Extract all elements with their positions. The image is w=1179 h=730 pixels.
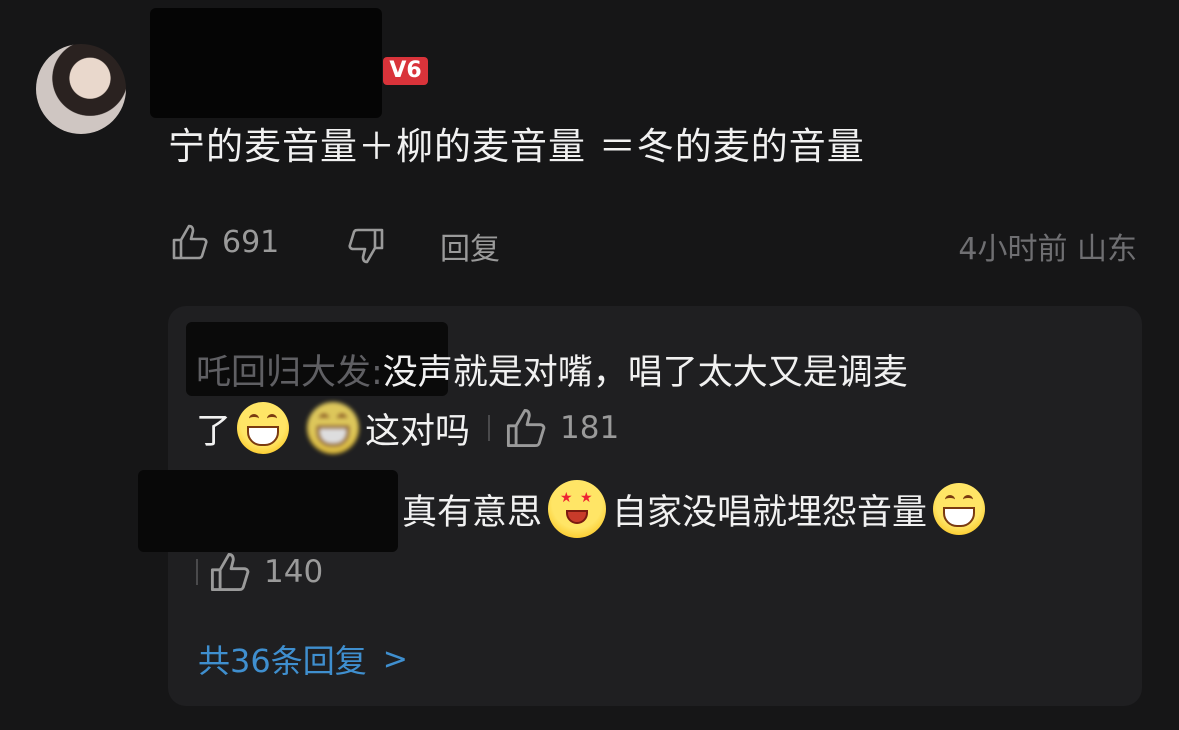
more-replies-label: 共36条回复 <box>198 642 367 680</box>
reply-2-like-count: 140 <box>264 554 324 590</box>
chevron-right-icon: > <box>382 641 408 677</box>
comment-text: 宁的麦音量＋柳的麦音量 ＝冬的麦的音量 <box>168 125 865 168</box>
level-badge: V6 <box>383 57 428 85</box>
avatar[interactable] <box>36 44 126 134</box>
reply-1-text-2b: 这对吗 <box>365 411 471 452</box>
reply-1-text: 没声就是对嘴，唱了太大又是调麦 <box>382 353 908 393</box>
thumb-up-icon <box>172 224 208 260</box>
reply-button[interactable]: 回复 <box>440 224 500 268</box>
reply-2-text-b: 自家没唱就埋怨音量 <box>612 492 928 533</box>
more-replies-link[interactable]: 共36条回复 > <box>198 636 408 682</box>
star-eyes-emoji: ★ ★ <box>548 480 607 538</box>
like-count: 691 <box>222 224 280 260</box>
reply-2-like[interactable]: 140 <box>196 550 323 594</box>
thumb-up-icon <box>210 552 250 592</box>
time-location: 4小时前 山东 <box>958 232 1137 267</box>
dislike-button[interactable] <box>346 226 386 270</box>
reply-1-line-1: 吒回归大发:没声就是对嘴，唱了太大又是调麦 <box>196 344 908 395</box>
thumb-down-icon <box>348 228 384 264</box>
grin-emoji <box>933 483 986 535</box>
reply-2-text-a: 真有意思 <box>402 492 543 533</box>
like-button[interactable]: 691 <box>170 222 279 262</box>
redacted-reply-user-2 <box>138 470 398 552</box>
reply-1-like-count: 181 <box>560 410 620 446</box>
reply-1-text-2a: 了 <box>196 411 232 452</box>
divider <box>488 415 491 441</box>
reply-1-line-2: 了 这对吗 181 <box>196 402 619 454</box>
reply-2-line-1: 真有意思 ★ ★ 自家没唱就埋怨音量 <box>402 480 991 538</box>
divider <box>196 559 198 585</box>
reply-1-user[interactable]: 吒回归大发: <box>196 353 383 393</box>
thumb-up-icon[interactable] <box>504 406 548 450</box>
grin-emoji <box>307 402 360 454</box>
redacted-username <box>150 8 382 118</box>
grin-emoji <box>237 402 290 454</box>
